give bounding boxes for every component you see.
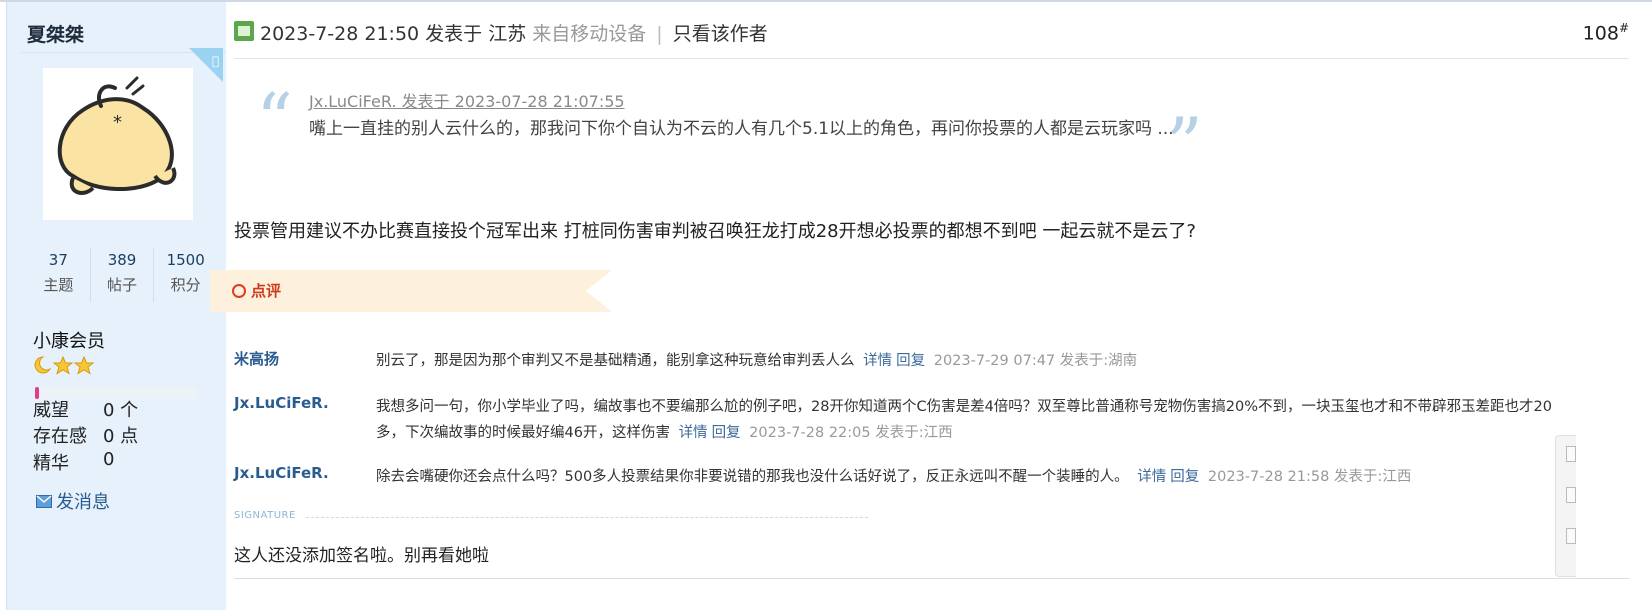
post-bottom-divider [234,578,1629,579]
comment-text: 除去会嘴硬你还会点什么吗？500多人投票结果你非要说错的那我也没什么话好说了，反… [376,469,1129,485]
floor-mark: # [1618,21,1629,35]
comment-author[interactable]: 米高扬 [234,348,279,369]
prop-label: 存在感 [33,426,87,447]
prop-prestige: 威望 0 个 [33,396,138,422]
comment-body: 除去会嘴硬你还会点什么吗？500多人投票结果你非要说错的那我也没什么话好说了，反… [376,464,1556,490]
avatar[interactable]: * [43,68,193,220]
post-location: 发表于 江苏 [425,23,527,45]
meta-separator: | [656,23,663,45]
comment-detail-link[interactable]: 详情 [863,353,892,369]
rating-circle-icon [232,284,246,298]
comment-author[interactable]: Jx.LuCiFeR. [234,464,329,482]
signature-text: 这人还没添加签名啦。别再看她啦 [234,546,489,566]
stat-points[interactable]: 1500 积分 [153,248,217,302]
comment-meta: 2023-7-29 07:47 发表于:湖南 [933,353,1138,369]
rating-label: 点评 [251,282,282,300]
online-status-icon [234,21,254,41]
quote-author-link[interactable]: Jx.LuCiFeR. 发表于 2023-07-28 21:07:55 [309,88,625,112]
comment-detail-link[interactable]: 详情 [679,425,708,441]
stat-label: 积分 [170,276,201,294]
prop-digest: 精华 0 [33,449,114,475]
send-message-button[interactable]: 发消息 [36,488,110,514]
user-stats: 37 主题 389 帖子 1500 积分 [27,248,217,302]
comment-meta: 2023-7-28 21:58 发表于:江西 [1207,469,1412,485]
stat-label: 主题 [43,276,74,294]
stat-threads[interactable]: 37 主题 [27,248,90,302]
comment-reply-link[interactable]: 回复 [712,425,741,441]
author-sidebar: 夏桀桀  * 37 主题 389 帖子 1500 积分 小康会员 [6,2,226,610]
only-author-link[interactable]: 只看该作者 [673,23,768,45]
comment-reply-link[interactable]: 回复 [1170,469,1199,485]
floor-number[interactable]: 108# [1583,21,1629,44]
prop-value: 0 [103,449,115,470]
prop-value: 0 点 [103,426,139,447]
post-body: 投票管用建议不办比赛直接投个冠军出来 打桩同伤害审判被召唤狂龙打成28开想必投票… [234,221,1196,242]
toolbar-button-icon[interactable] [1566,446,1576,462]
star-icons [34,355,95,375]
comment-author[interactable]: Jx.LuCiFeR. [234,394,329,412]
post-time: 2023-7-28 21:50 [260,23,420,45]
stat-value: 1500 [166,251,205,269]
member-level[interactable]: 小康会员 [33,327,105,353]
send-message-label: 发消息 [56,492,110,513]
author-name[interactable]: 夏桀桀 [27,20,84,47]
stat-value: 37 [48,251,68,269]
comment-body: 别云了，那是因为那个审判又不是基础精通，能别拿这种玩意给审判丢人么 详情 回复 2… [376,348,1556,374]
avatar-image: * [43,68,193,220]
envelope-icon [36,494,52,508]
toolbar-button-icon[interactable] [1566,487,1576,503]
signature-divider [306,517,868,518]
prop-label: 精华 [33,453,69,474]
post-header: 2023-7-28 21:50 发表于 江苏 来自移动设备 | 只看该作者 108# [234,18,1629,59]
prop-presence: 存在感 0 点 [33,422,138,448]
apple-icon:  [212,54,222,68]
comment-reply-link[interactable]: 回复 [896,353,925,369]
side-toolbar[interactable] [1555,435,1576,577]
quote-open-icon: “ [256,78,293,162]
svg-text:*: * [113,112,122,133]
level-stars [33,355,95,375]
post-device: 来自移动设备 [532,23,647,45]
toolbar-button-icon[interactable] [1566,528,1576,544]
quote-text: 嘴上一直挂的别人云什么的，那我问下你个自认为不云的人有几个5.1以上的角色，再问… [309,119,1174,139]
quote-close-icon: ” [1166,102,1203,186]
signature-label: SIGNATURE [234,510,296,521]
stat-label: 帖子 [107,276,138,294]
comment-body: 我想多问一句，你小学毕业了吗，编故事也不要编那么尬的例子吧，28开你知道两个C伤… [376,394,1556,446]
floor-value: 108 [1582,22,1619,45]
post-meta: 2023-7-28 21:50 发表于 江苏 来自移动设备 | 只看该作者 [260,19,768,46]
prop-label: 威望 [33,400,69,421]
comment-text: 别云了，那是因为那个审判又不是基础精通，能别拿这种玩意给审判丢人么 [376,353,855,369]
stat-value: 389 [107,251,137,269]
comment-meta: 2023-7-28 22:05 发表于:江西 [749,425,953,441]
comment-text: 我想多问一句，你小学毕业了吗，编故事也不要编那么尬的例子吧，28开你知道两个C伤… [376,399,1552,441]
rating-banner: 点评 [210,270,612,312]
stat-posts[interactable]: 389 帖子 [89,248,154,302]
comment-detail-link[interactable]: 详情 [1137,469,1166,485]
prop-value: 0 个 [103,400,139,421]
post-main: 2023-7-28 21:50 发表于 江苏 来自移动设备 | 只看该作者 108#… [210,0,1652,610]
